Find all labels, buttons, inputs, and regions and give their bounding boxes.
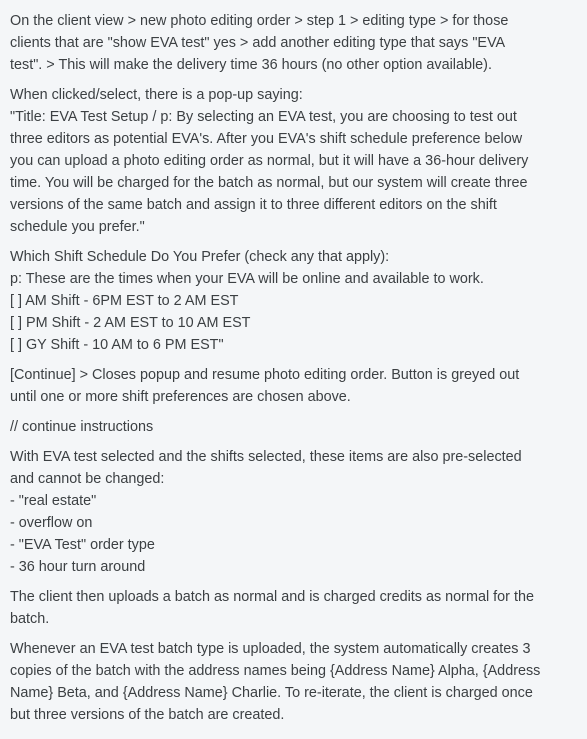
paragraph-editing-type: On the client view > new photo editing o… <box>10 10 579 76</box>
text-line: schedule you prefer." <box>10 219 145 235</box>
text-line: until one or more shift preferences are … <box>10 389 351 405</box>
paragraph-preselected-items: With EVA test selected and the shifts se… <box>10 446 579 578</box>
text-line: Name} Beta, and {Address Name} Charlie. … <box>10 685 533 701</box>
text-line: // continue instructions <box>10 419 154 435</box>
text-line: [Continue] > Closes popup and resume pho… <box>10 367 520 383</box>
paragraph-continue-instructions: // continue instructions <box>10 416 579 438</box>
text-line: Which Shift Schedule Do You Prefer (chec… <box>10 249 390 265</box>
text-line: copies of the batch with the address nam… <box>10 663 541 679</box>
text-line: With EVA test selected and the shifts se… <box>10 449 522 465</box>
paragraph-shift-schedule: Which Shift Schedule Do You Prefer (chec… <box>10 246 579 356</box>
list-item: - "real estate" <box>10 493 97 509</box>
text-line: When clicked/select, there is a pop-up s… <box>10 87 303 103</box>
list-item: - overflow on <box>10 515 93 531</box>
paragraph-continue: [Continue] > Closes popup and resume pho… <box>10 364 579 408</box>
text-line: time. You will be charged for the batch … <box>10 175 528 191</box>
text-line: [ ] AM Shift - 6PM EST to 2 AM EST <box>10 293 239 309</box>
text-line: and cannot be changed: <box>10 471 165 487</box>
text-line: you can upload a photo editing order as … <box>10 153 529 169</box>
text-line: test". > This will make the delivery tim… <box>10 57 492 73</box>
text-line: but three versions of the batch are crea… <box>10 707 285 723</box>
text-line: three editors as potential EVA's. After … <box>10 131 523 147</box>
text-line: "Title: EVA Test Setup / p: By selecting… <box>10 109 517 125</box>
text-line: clients that are "show EVA test" yes > a… <box>10 35 506 51</box>
text-line: On the client view > new photo editing o… <box>10 13 509 29</box>
text-line: [ ] GY Shift - 10 AM to 6 PM EST" <box>10 337 224 353</box>
message-body: On the client view > new photo editing o… <box>0 0 587 726</box>
text-line: p: These are the times when your EVA wil… <box>10 271 484 287</box>
text-line: Whenever an EVA test batch type is uploa… <box>10 641 531 657</box>
paragraph-batch-copies: Whenever an EVA test batch type is uploa… <box>10 638 579 726</box>
paragraph-upload: The client then uploads a batch as norma… <box>10 586 579 630</box>
paragraph-popup-description: When clicked/select, there is a pop-up s… <box>10 84 579 238</box>
list-item: - 36 hour turn around <box>10 559 146 575</box>
text-line: The client then uploads a batch as norma… <box>10 589 534 605</box>
text-line: versions of the same batch and assign it… <box>10 197 497 213</box>
text-line: batch. <box>10 611 50 627</box>
list-item: - "EVA Test" order type <box>10 537 155 553</box>
text-line: [ ] PM Shift - 2 AM EST to 10 AM EST <box>10 315 251 331</box>
